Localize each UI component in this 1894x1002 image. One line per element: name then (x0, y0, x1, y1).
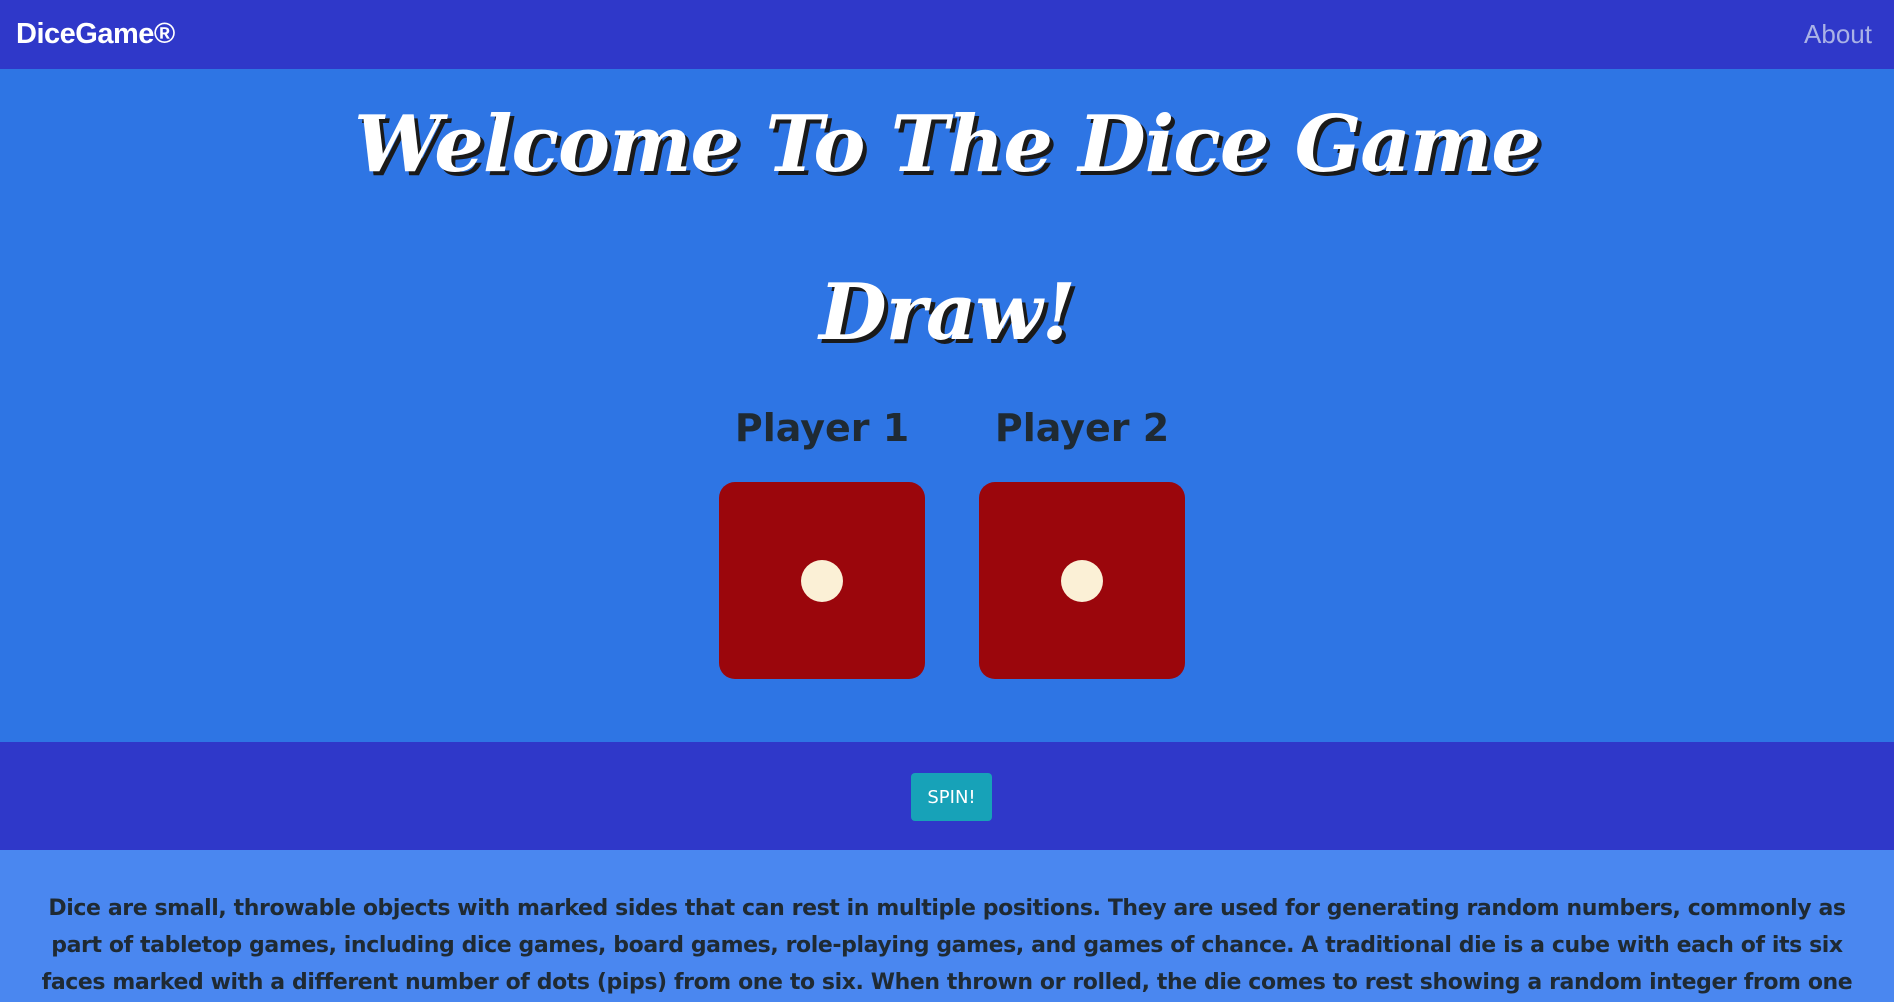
dice-description: Dice are small, throwable objects with m… (41, 896, 1853, 995)
game-area: Welcome To The Dice Game Draw! Player 1 … (0, 69, 1894, 742)
player-1-panel: Player 1 (719, 406, 925, 679)
spin-button[interactable]: SPIN! (911, 773, 992, 821)
die-pip (1061, 559, 1103, 602)
action-bar: SPIN! (0, 742, 1894, 850)
navbar: DiceGame® About (0, 0, 1894, 69)
info-section: Dice are small, throwable objects with m… (0, 850, 1894, 1002)
page-title: Welcome To The Dice Game (354, 99, 1541, 190)
result-text: Draw! (819, 267, 1076, 358)
player-1-label: Player 1 (734, 406, 910, 450)
brand-logo[interactable]: DiceGame® (16, 18, 175, 51)
nav-link-about[interactable]: About (1804, 19, 1878, 50)
player-1-die (719, 481, 925, 679)
player-2-label: Player 2 (994, 406, 1170, 450)
player-2-die (979, 481, 1185, 679)
player-2-panel: Player 2 (979, 406, 1185, 679)
die-pip (801, 559, 843, 602)
